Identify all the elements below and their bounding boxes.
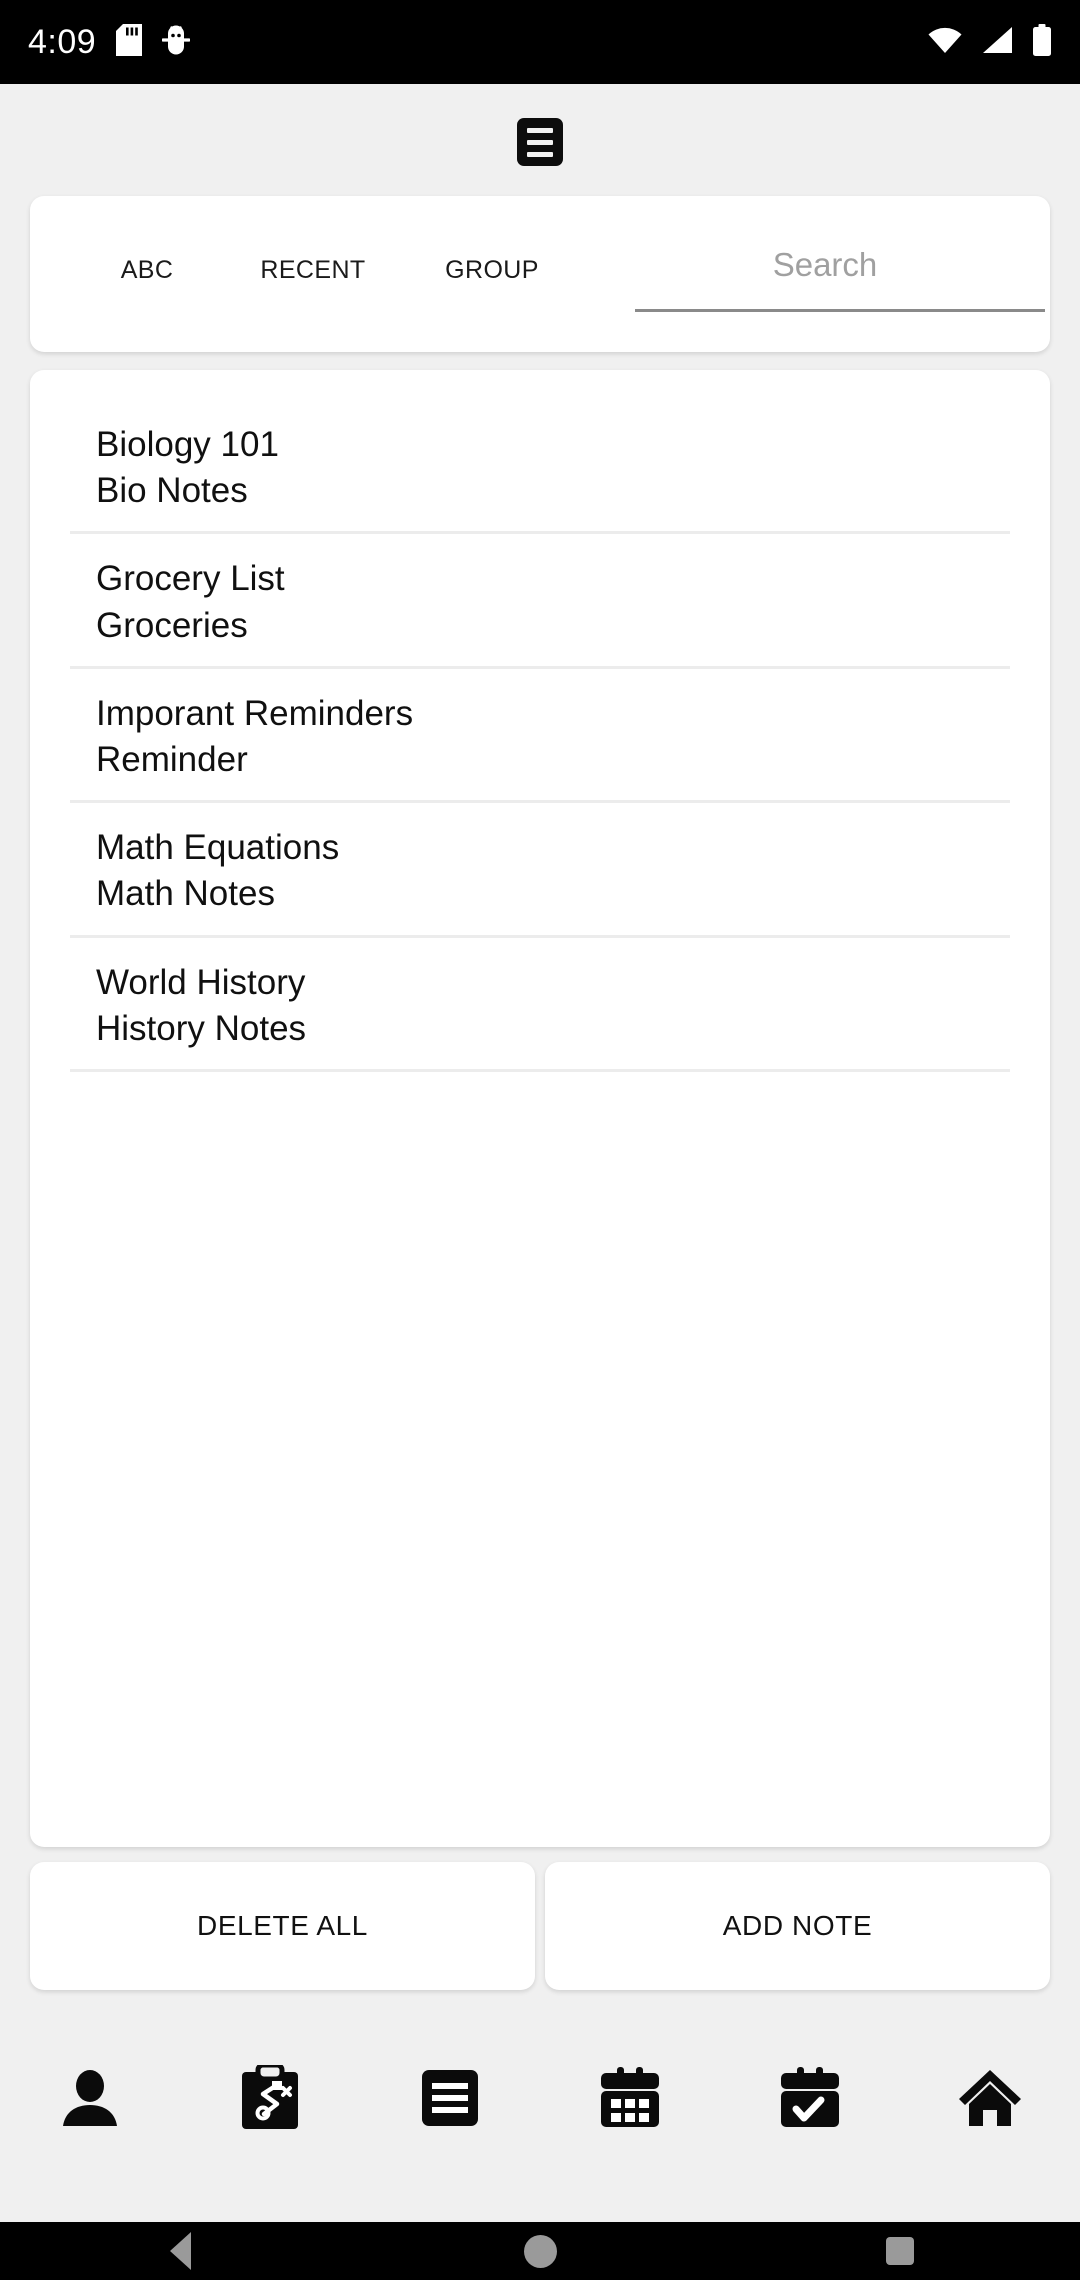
list-item[interactable]: Math Equations Math Notes [30,803,1050,938]
bottom-icon-nav [0,2040,1080,2160]
recents-square-icon [886,2237,914,2265]
nav-item-calendar[interactable] [540,2040,720,2160]
app-screen: 4:09 ABC RECENT GROUP Search Biology 101… [0,0,1080,2280]
note-title: World History [96,962,306,1002]
battery-icon [1032,23,1052,61]
notes-list: Biology 101 Bio Notes Grocery List Groce… [30,370,1050,1072]
status-bar: 4:09 [0,0,1080,84]
calendar-check-icon [779,2066,841,2134]
android-system-nav [0,2222,1080,2280]
search-input[interactable] [605,232,1045,298]
note-subtitle: Math Notes [96,874,275,914]
note-title: Imporant Reminders [96,693,414,733]
cellular-signal-icon [981,26,1014,59]
note-title: Biology 101 [96,425,279,464]
menu-bar-3 [527,151,553,157]
person-icon [58,2066,122,2135]
search-underline [635,309,1045,312]
tab-recent[interactable]: RECENT [238,256,388,285]
list-item[interactable]: World History History Notes [30,938,1050,1072]
add-note-button[interactable]: ADD NOTE [545,1862,1050,1990]
tab-bar: ABC RECENT GROUP [30,196,1050,352]
delete-all-button[interactable]: DELETE ALL [30,1862,535,1990]
notes-list-icon [421,2069,479,2132]
nav-item-tasks[interactable] [720,2040,900,2160]
note-subtitle: Reminder [96,739,248,779]
note-title: Math Equations [96,828,340,868]
list-item[interactable]: Imporant Reminders Reminder [30,669,1050,804]
nav-item-playbook[interactable] [180,2040,360,2160]
menu-bar-2 [527,139,553,145]
clipboard-playbook-icon [239,2062,301,2136]
system-home-button[interactable] [360,2234,720,2268]
tab-group[interactable]: GROUP [422,256,562,285]
home-circle-icon [523,2234,557,2268]
list-divider [70,1068,1010,1072]
nav-item-notes[interactable] [360,2040,540,2160]
list-item[interactable]: Biology 101 Bio Notes [30,400,1050,535]
sd-card-icon [116,23,143,61]
home-icon [957,2067,1023,2134]
search-field-wrapper [605,232,1045,328]
status-time: 4:09 [28,22,97,61]
hamburger-menu-icon[interactable] [517,118,563,166]
menu-bar-1 [527,127,553,133]
note-subtitle: History Notes [96,1008,307,1048]
back-icon [169,2232,191,2270]
calendar-icon [599,2066,661,2134]
note-title: Grocery List [96,559,285,599]
list-item[interactable]: Grocery List Groceries [30,534,1050,669]
android-debug-icon [161,24,191,61]
nav-item-home[interactable] [900,2040,1080,2160]
wifi-icon [927,26,963,59]
tab-abc[interactable]: ABC [92,256,202,285]
status-bar-right [927,23,1052,61]
note-subtitle: Groceries [96,605,248,645]
system-recents-button[interactable] [720,2237,1080,2265]
system-back-button[interactable] [0,2232,360,2270]
tabs-card: ABC RECENT GROUP [30,196,1050,352]
nav-item-contacts[interactable] [0,2040,180,2160]
note-subtitle: Bio Notes [96,471,248,511]
notes-list-card: Biology 101 Bio Notes Grocery List Groce… [30,370,1050,1847]
status-bar-left: 4:09 [28,22,191,62]
